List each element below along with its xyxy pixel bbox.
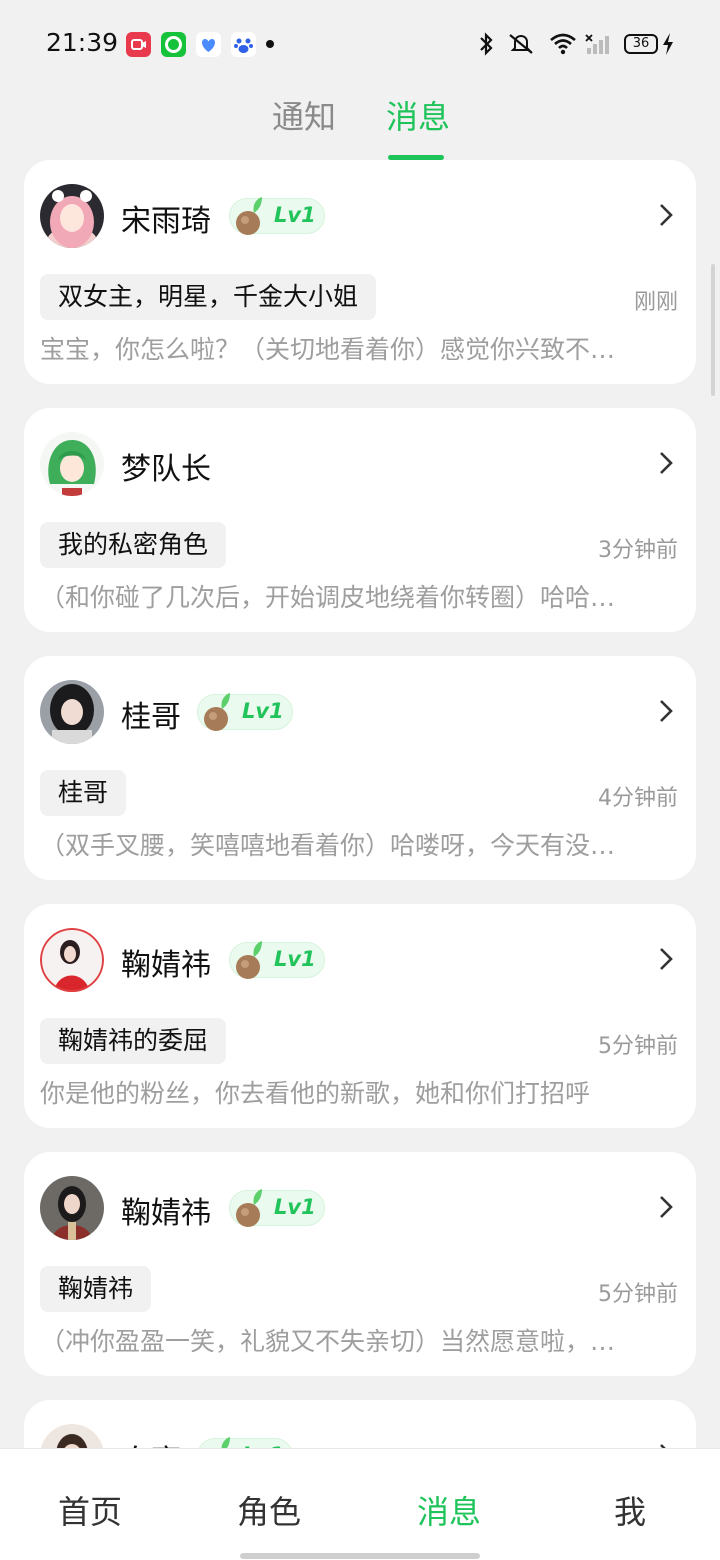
seedling-icon	[236, 941, 262, 979]
avatar[interactable]	[40, 184, 104, 248]
scenario-tag: 我的私密角色	[40, 522, 227, 568]
chat-card[interactable]: 宋雨琦 Lv1 双女主，明星，千金大小姐 刚刚 宝宝，你怎么啦？（关切地看着你）…	[24, 160, 696, 384]
charging-icon	[663, 33, 673, 55]
timestamp: 刚刚	[633, 290, 678, 315]
scenario-tag: 鞠婧祎	[40, 1266, 152, 1312]
timestamp: 3分钟前	[598, 538, 678, 563]
chat-card[interactable]: 鞠婧祎 Lv1 鞠婧祎的委屈 5分钟前 你是他的粉丝，你去看他的新歌，她和你们打…	[24, 904, 696, 1128]
battery-icon: 36	[624, 34, 658, 54]
status-time: 21:39	[46, 28, 119, 57]
avatar[interactable]	[40, 432, 104, 496]
chevron-right-icon[interactable]	[658, 946, 674, 972]
chat-card[interactable]: 鞠婧祎 Lv1 鞠婧祎 5分钟前 （冲你盈盈一笑，礼貌又不失亲切）当然愿意啦，…	[24, 1152, 696, 1376]
character-name: 桂哥	[121, 700, 181, 735]
status-bar: 21:39 36	[0, 0, 720, 88]
notification-dot-icon	[266, 40, 274, 48]
chat-card[interactable]: 梦队长 我的私密角色 3分钟前 （和你碰了几次后，开始调皮地绕着你转圈）哈哈…	[24, 408, 696, 632]
level-badge: Lv1	[229, 941, 325, 979]
signal-icon	[585, 34, 609, 54]
level-label: Lv1	[242, 699, 284, 723]
timestamp: 5分钟前	[598, 1034, 678, 1059]
level-label: Lv1	[274, 947, 316, 971]
messages-screen: 21:39 36 通知 消息 宋雨琦 Lv1 双女主，明星，千金大小姐 刚刚 宝…	[0, 0, 720, 1560]
scenario-tag: 桂哥	[40, 770, 127, 816]
nav-messages[interactable]: 消息	[417, 1487, 481, 1533]
mute-icon	[509, 34, 533, 54]
level-label: Lv1	[274, 1195, 316, 1219]
bluetooth-icon	[480, 32, 493, 56]
scenario-tag: 鞠婧祎的委屈	[40, 1018, 227, 1064]
character-name: 鞠婧祎	[121, 1196, 211, 1231]
message-preview: 宝宝，你怎么啦？（关切地看着你）感觉你兴致不…	[40, 335, 616, 364]
message-preview: （和你碰了几次后，开始调皮地绕着你转圈）哈哈…	[40, 583, 616, 612]
message-preview: （双手叉腰，笑嘻嘻地看着你）哈喽呀，今天有没…	[40, 831, 616, 860]
chevron-right-icon[interactable]	[658, 1194, 674, 1220]
chevron-right-icon[interactable]	[658, 698, 674, 724]
screen-record-icon	[126, 32, 151, 57]
nav-characters[interactable]: 角色	[237, 1487, 301, 1533]
character-name: 梦队长	[121, 452, 211, 487]
seedling-icon	[236, 197, 262, 235]
seedling-icon	[204, 693, 230, 731]
scrollbar[interactable]	[711, 264, 715, 396]
tab-messages[interactable]: 消息	[386, 92, 450, 138]
wechat-app-icon	[161, 32, 186, 57]
level-badge: Lv1	[197, 693, 293, 731]
chevron-right-icon[interactable]	[658, 202, 674, 228]
avatar[interactable]	[40, 928, 104, 992]
seedling-icon	[236, 1189, 262, 1227]
bottom-nav: 首页 角色 消息 我	[0, 1448, 720, 1560]
character-name: 宋雨琦	[121, 204, 211, 239]
chevron-right-icon[interactable]	[658, 450, 674, 476]
avatar[interactable]	[40, 1176, 104, 1240]
avatar[interactable]	[40, 680, 104, 744]
baidu-app-icon	[231, 32, 256, 57]
message-preview: 你是他的粉丝，你去看他的新歌，她和你们打招呼	[40, 1079, 591, 1108]
scenario-tag: 双女主，明星，千金大小姐	[40, 274, 377, 320]
heart-app-icon	[196, 32, 221, 57]
character-name: 鞠婧祎	[121, 948, 211, 983]
home-indicator[interactable]	[240, 1553, 480, 1559]
timestamp: 4分钟前	[598, 786, 678, 811]
chat-card[interactable]: 桂哥 Lv1 桂哥 4分钟前 （双手叉腰，笑嘻嘻地看着你）哈喽呀，今天有没…	[24, 656, 696, 880]
level-badge: Lv1	[229, 1189, 325, 1227]
level-label: Lv1	[274, 203, 316, 227]
wifi-icon	[550, 33, 576, 55]
level-badge: Lv1	[229, 197, 325, 235]
timestamp: 5分钟前	[598, 1282, 678, 1307]
tab-notifications[interactable]: 通知	[272, 92, 336, 138]
nav-home[interactable]: 首页	[58, 1487, 122, 1533]
message-preview: （冲你盈盈一笑，礼貌又不失亲切）当然愿意啦，…	[40, 1327, 616, 1356]
nav-me[interactable]: 我	[614, 1487, 646, 1533]
